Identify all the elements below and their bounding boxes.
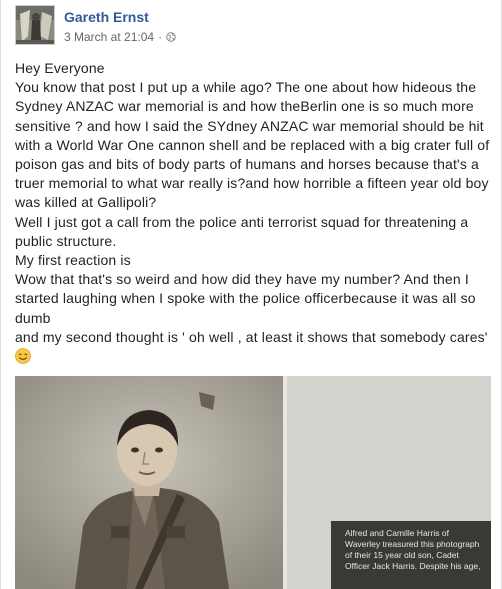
post-meta: 3 March at 21:04 · — [64, 30, 176, 44]
post-photo[interactable]: Alfred and Camille Harris of Waverley tr… — [15, 376, 491, 589]
meta-separator: · — [158, 30, 163, 44]
post-paragraph: Wow that that's so weird and how did the… — [15, 271, 476, 326]
caption-line: Officer Jack Harris. Despite his age, — [345, 561, 481, 571]
caption-line: of their 15 year old son, Cadet — [345, 550, 459, 560]
post-paragraph: You know that post I put up a while ago?… — [15, 79, 490, 211]
post-paragraph: and my second thought is ' oh well , at … — [15, 328, 488, 345]
photo-caption: Alfred and Camille Harris of Waverley tr… — [345, 528, 485, 572]
author-name-link[interactable]: Gareth Ernst — [64, 9, 149, 25]
post-header: Gareth Ernst 3 March at 21:04 · — [15, 5, 485, 49]
caption-line: Waverley treasured this photograph — [345, 539, 480, 549]
post-paragraph: My first reaction is — [15, 252, 131, 269]
post-paragraph: Hey Everyone — [15, 60, 105, 76]
post-text: Hey Everyone You know that post I put up… — [15, 59, 491, 366]
portrait-photograph — [15, 376, 287, 589]
avatar-image — [16, 6, 54, 44]
facebook-post: Gareth Ernst 3 March at 21:04 · Hey Ever… — [0, 0, 502, 589]
avatar[interactable] — [15, 5, 55, 45]
smiling-face-emoji — [15, 348, 31, 364]
globe-icon[interactable] — [166, 32, 176, 42]
emoji-line — [15, 347, 491, 366]
portrait-image — [15, 376, 287, 589]
caption-line: Alfred and Camille Harris of — [345, 528, 449, 538]
post-timestamp-link[interactable]: 3 March at 21:04 — [64, 30, 154, 44]
post-paragraph: Well I just got a call from the police a… — [15, 213, 469, 249]
